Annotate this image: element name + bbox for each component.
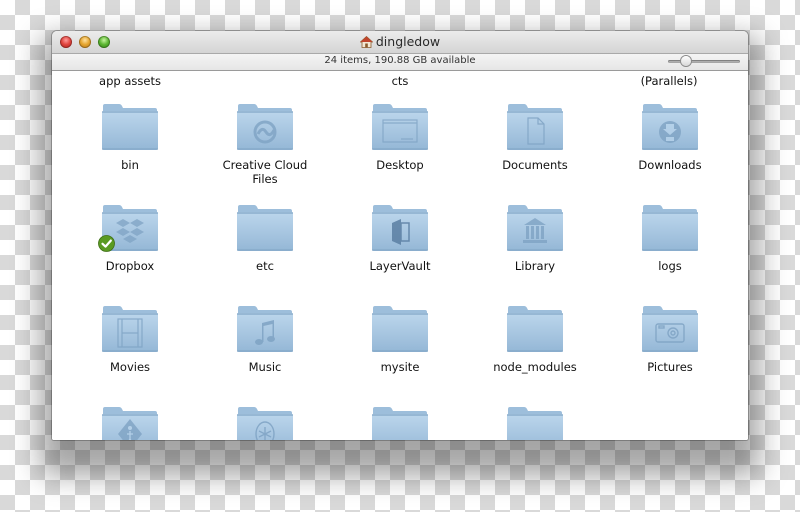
document-folder-icon[interactable]: [506, 104, 564, 150]
sync-check-badge-icon: [98, 235, 115, 252]
icon-size-slider[interactable]: [668, 56, 740, 66]
folder-label[interactable]: bin: [70, 158, 190, 172]
folder-item[interactable]: etc: [205, 205, 325, 273]
plain-folder-icon[interactable]: [101, 104, 159, 150]
folder-label[interactable]: Dropbox: [70, 259, 190, 273]
folder-item[interactable]: LayerVault: [340, 205, 460, 273]
folder-label[interactable]: LayerVault: [340, 259, 460, 273]
folder-item[interactable]: [70, 407, 190, 440]
folder-label[interactable]: logs: [610, 259, 730, 273]
folder-label[interactable]: mysite: [340, 360, 460, 374]
plain-folder-icon[interactable]: [371, 407, 429, 440]
folder-item[interactable]: Downloads: [610, 104, 730, 172]
partial-item-label[interactable]: cts: [330, 74, 470, 88]
camera-folder-icon[interactable]: [641, 306, 699, 352]
folder-item[interactable]: Library: [475, 205, 595, 273]
plain-folder-icon[interactable]: [506, 306, 564, 352]
status-text: 24 items, 190.88 GB available: [324, 55, 476, 66]
folder-label[interactable]: Pictures: [610, 360, 730, 374]
dropbox-folder-icon[interactable]: [98, 205, 159, 252]
download-folder-icon[interactable]: [641, 104, 699, 150]
film-folder-icon[interactable]: [101, 306, 159, 352]
folder-item[interactable]: Documents: [475, 104, 595, 172]
folder-label[interactable]: Documents: [475, 158, 595, 172]
folder-label[interactable]: Music: [205, 360, 325, 374]
creative-cloud-folder-icon[interactable]: [236, 104, 294, 150]
folder-label[interactable]: Creative Cloud Files: [220, 158, 310, 186]
folder-label[interactable]: Desktop: [340, 158, 460, 172]
folder-label[interactable]: Downloads: [610, 158, 730, 172]
icon-view[interactable]: app assets cts (Parallels) bin Creative …: [52, 71, 748, 440]
window-title-group: dingledow: [52, 34, 748, 51]
window-title: dingledow: [375, 34, 441, 49]
partial-item-label[interactable]: (Parallels): [599, 74, 739, 88]
plain-folder-icon[interactable]: [236, 205, 294, 251]
public-folder-icon[interactable]: [101, 407, 159, 440]
home-icon: [359, 35, 374, 51]
folder-label[interactable]: Movies: [70, 360, 190, 374]
folder-item[interactable]: [340, 407, 460, 440]
folder-item[interactable]: Pictures: [610, 306, 730, 374]
folder-item[interactable]: Creative Cloud Files: [205, 104, 325, 186]
layervault-folder-icon[interactable]: [371, 205, 429, 251]
folder-item[interactable]: Desktop: [340, 104, 460, 172]
folder-item[interactable]: [205, 407, 325, 440]
plain-folder-icon[interactable]: [641, 205, 699, 251]
plain-folder-icon[interactable]: [371, 306, 429, 352]
music-folder-icon[interactable]: [236, 306, 294, 352]
sites-folder-icon[interactable]: [236, 407, 294, 440]
library-folder-icon[interactable]: [506, 205, 564, 251]
plain-folder-icon[interactable]: [506, 407, 564, 440]
folder-item[interactable]: logs: [610, 205, 730, 273]
folder-item[interactable]: bin: [70, 104, 190, 172]
folder-item[interactable]: mysite: [340, 306, 460, 374]
status-bar: 24 items, 190.88 GB available: [52, 54, 748, 71]
slider-track[interactable]: [668, 60, 740, 63]
partial-item-label[interactable]: app assets: [60, 74, 200, 88]
folder-item[interactable]: Music: [205, 306, 325, 374]
slider-thumb[interactable]: [681, 56, 691, 66]
folder-item[interactable]: node_modules: [475, 306, 595, 374]
folder-item[interactable]: [475, 407, 595, 440]
folder-label[interactable]: node_modules: [475, 360, 595, 374]
folder-item[interactable]: Dropbox: [70, 205, 190, 273]
folder-item[interactable]: Movies: [70, 306, 190, 374]
finder-window: dingledow 24 items, 190.88 GB available …: [52, 31, 748, 440]
desktop-folder-icon[interactable]: [371, 104, 429, 150]
title-bar[interactable]: dingledow: [52, 31, 748, 54]
folder-label[interactable]: Library: [475, 259, 595, 273]
folder-label[interactable]: etc: [205, 259, 325, 273]
